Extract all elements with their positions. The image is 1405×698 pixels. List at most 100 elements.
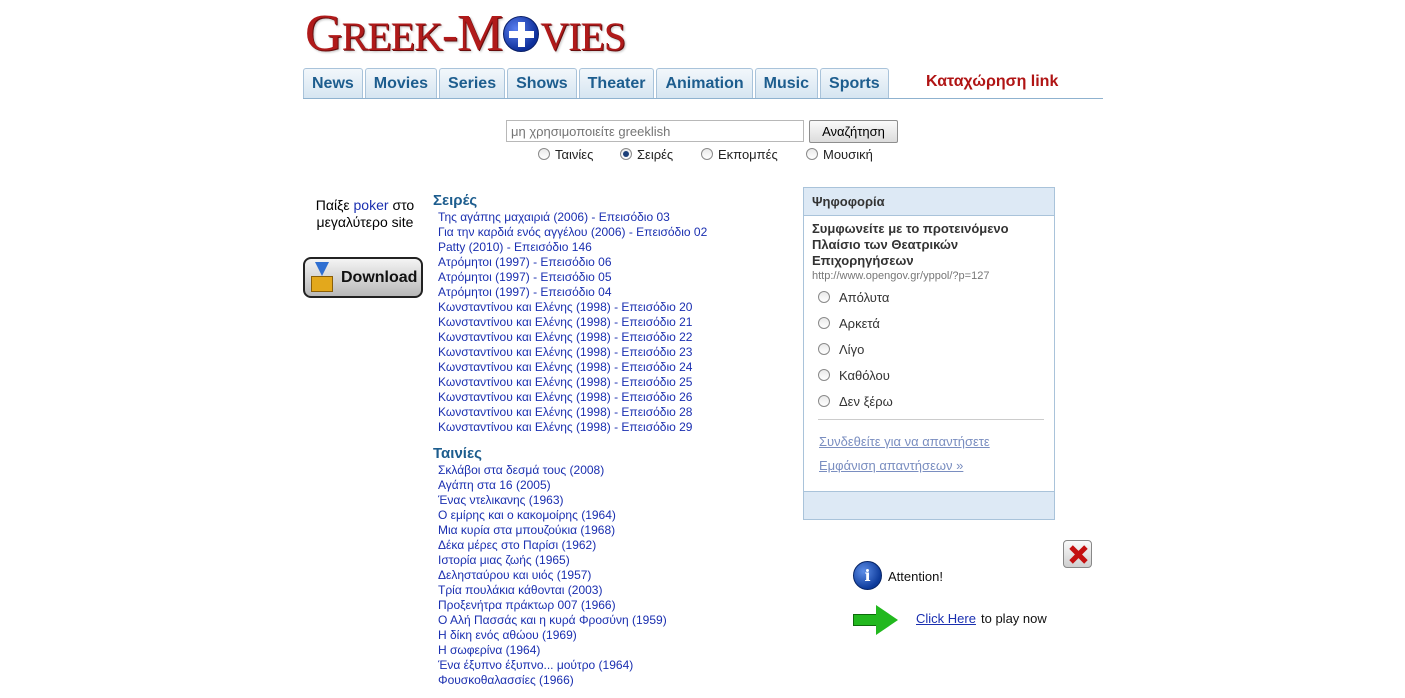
tab-shows[interactable]: Shows (507, 68, 577, 98)
movie-link[interactable]: Η δίκη ενός αθώου (1969) (438, 628, 577, 642)
list-item: Κωνσταντίνου και Ελένης (1998) - Επεισόδ… (438, 345, 707, 360)
radio-icon (818, 369, 830, 381)
movie-link[interactable]: Φουσκοθαλασσίες (1966) (438, 673, 574, 687)
list-item: Κωνσταντίνου και Ελένης (1998) - Επεισόδ… (438, 405, 707, 420)
series-episode-link[interactable]: Κωνσταντίνου και Ελένης (1998) - Επεισόδ… (438, 360, 692, 374)
list-item: Κωνσταντίνου και Ελένης (1998) - Επεισόδ… (438, 390, 707, 405)
poker-ad-text: Παίξε poker στο μεγαλύτερο site (315, 197, 415, 230)
list-item: Κωνσταντίνου και Ελένης (1998) - Επεισόδ… (438, 420, 707, 435)
poll-box: Ψηφοφορία Συμφωνείτε με το προτεινόμενο … (803, 187, 1055, 520)
tab-theater[interactable]: Theater (578, 68, 655, 98)
list-item: Κωνσταντίνου και Ελένης (1998) - Επεισόδ… (438, 300, 707, 315)
nav-divider (303, 98, 1103, 99)
poker-link[interactable]: poker (354, 197, 389, 213)
movie-link[interactable]: Δελησταύρου και υιός (1957) (438, 568, 591, 582)
movie-link[interactable]: Ένα έξυπνο έξυπνο... μούτρο (1964) (438, 658, 633, 672)
movie-link[interactable]: Αγάπη στα 16 (2005) (438, 478, 551, 492)
movie-link[interactable]: Σκλάβοι στα δεσμά τους (2008) (438, 463, 604, 477)
poll-question: Συμφωνείτε με το προτεινόμενο Πλαίσιο τω… (812, 221, 1009, 268)
series-episode-link[interactable]: Ατρόμητοι (1997) - Επεισόδιο 06 (438, 255, 612, 269)
movie-link[interactable]: Ιστορία μιας ζωής (1965) (438, 553, 570, 567)
search-option-series[interactable]: Σειρές (620, 146, 673, 162)
movie-link[interactable]: Προξενήτρα πράκτωρ 007 (1966) (438, 598, 616, 612)
series-episode-link[interactable]: Κωνσταντίνου και Ελένης (1998) - Επεισόδ… (438, 375, 692, 389)
series-episode-link[interactable]: Ατρόμητοι (1997) - Επεισόδιο 04 (438, 285, 612, 299)
poll-option[interactable]: Δεν ξέρω (818, 393, 893, 409)
tab-series[interactable]: Series (439, 68, 506, 98)
movie-link[interactable]: Τρία πουλάκια κάθονται (2003) (438, 583, 602, 597)
list-item: Κωνσταντίνου και Ελένης (1998) - Επεισόδ… (438, 375, 707, 390)
main-nav: News Movies Series Shows Theater Animati… (303, 68, 891, 98)
radio-checked-icon (620, 148, 632, 160)
series-episode-link[interactable]: Κωνσταντίνου και Ελένης (1998) - Επεισόδ… (438, 330, 692, 344)
list-item: Της αγάπης μαχαιριά (2006) - Επεισόδιο 0… (438, 210, 707, 225)
series-episode-link[interactable]: Patty (2010) - Επεισόδιο 146 (438, 240, 592, 254)
series-episode-link[interactable]: Κωνσταντίνου και Ελένης (1998) - Επεισόδ… (438, 345, 692, 359)
poll-option[interactable]: Απόλυτα (818, 289, 889, 305)
site-logo[interactable]: GREEK-M VIES (305, 8, 626, 61)
search-option-shows[interactable]: Εκπομπές (701, 146, 778, 162)
movies-list: Σκλάβοι στα δεσμά τους (2008) Αγάπη στα 1… (438, 463, 667, 688)
radio-icon (818, 317, 830, 329)
attention-text: Attention! (888, 569, 943, 584)
movie-link[interactable]: Η σωφερίνα (1964) (438, 643, 540, 657)
series-episode-link[interactable]: Κωνσταντίνου και Ελένης (1998) - Επεισόδ… (438, 420, 692, 434)
list-item: Ένας ντελικανης (1963) (438, 493, 667, 508)
poll-login-link[interactable]: Συνδεθείτε για να απαντήσετε (819, 434, 990, 449)
movies-section-title: Ταινίες (433, 445, 482, 462)
list-item: Η σωφερίνα (1964) (438, 643, 667, 658)
list-item: Ο εμίρης και ο κακομοίρης (1964) (438, 508, 667, 523)
radio-icon (818, 343, 830, 355)
click-here-link[interactable]: Click Here (916, 611, 976, 626)
tab-music[interactable]: Music (754, 68, 819, 98)
poll-option[interactable]: Καθόλου (818, 367, 890, 383)
poll-divider (818, 419, 1044, 420)
list-item: Μια κυρία στα μπουζούκια (1968) (438, 523, 667, 538)
list-item: Patty (2010) - Επεισόδιο 146 (438, 240, 707, 255)
download-box-icon (309, 261, 335, 294)
movie-link[interactable]: Ο Αλή Πασσάς και η κυρά Φροσύνη (1959) (438, 613, 667, 627)
list-item: Ατρόμητοι (1997) - Επεισόδιο 06 (438, 255, 707, 270)
search-button[interactable]: Αναζήτηση (809, 120, 898, 143)
greek-cross-icon (503, 16, 540, 52)
poll-option[interactable]: Αρκετά (818, 315, 880, 331)
poll-footer (804, 491, 1054, 519)
movie-link[interactable]: Μια κυρία στα μπουζούκια (1968) (438, 523, 615, 537)
series-episode-link[interactable]: Για την καρδιά ενός αγγέλου (2006) - Επε… (438, 225, 707, 239)
list-item: Δέκα μέρες στο Παρίσι (1962) (438, 538, 667, 553)
movie-link[interactable]: Ο εμίρης και ο κακομοίρης (1964) (438, 508, 616, 522)
submit-link[interactable]: Καταχώρηση link (926, 73, 1058, 91)
radio-icon (806, 148, 818, 160)
search-input[interactable] (506, 120, 804, 142)
series-episode-link[interactable]: Κωνσταντίνου και Ελένης (1998) - Επεισόδ… (438, 315, 692, 329)
list-item: Κωνσταντίνου και Ελένης (1998) - Επεισόδ… (438, 360, 707, 375)
series-episode-link[interactable]: Ατρόμητοι (1997) - Επεισόδιο 05 (438, 270, 612, 284)
series-episode-link[interactable]: Κωνσταντίνου και Ελένης (1998) - Επεισόδ… (438, 300, 692, 314)
tab-sports[interactable]: Sports (820, 68, 889, 98)
list-item: Αγάπη στα 16 (2005) (438, 478, 667, 493)
search-option-music[interactable]: Μουσική (806, 146, 873, 162)
series-episode-link[interactable]: Της αγάπης μαχαιριά (2006) - Επεισόδιο 0… (438, 210, 670, 224)
search-option-movies[interactable]: Ταινίες (538, 146, 593, 162)
series-episode-link[interactable]: Κωνσταντίνου και Ελένης (1998) - Επεισόδ… (438, 405, 692, 419)
poll-option[interactable]: Λίγο (818, 341, 864, 357)
tab-news[interactable]: News (303, 68, 363, 98)
download-button[interactable]: Download (303, 257, 423, 298)
poll-source-url: http://www.opengov.gr/yppol/?p=127 (812, 270, 990, 282)
radio-icon (538, 148, 550, 160)
radio-icon (701, 148, 713, 160)
close-icon[interactable] (1063, 540, 1092, 568)
list-item: Σκλάβοι στα δεσμά τους (2008) (438, 463, 667, 478)
list-item: Κωνσταντίνου και Ελένης (1998) - Επεισόδ… (438, 315, 707, 330)
list-item: Ιστορία μιας ζωής (1965) (438, 553, 667, 568)
radio-icon (818, 395, 830, 407)
info-icon: i (853, 561, 882, 590)
movie-link[interactable]: Ένας ντελικανης (1963) (438, 493, 564, 507)
tab-movies[interactable]: Movies (364, 68, 438, 98)
poll-results-link[interactable]: Εμφάνιση απαντήσεων » (819, 458, 963, 473)
list-item: Για την καρδιά ενός αγγέλου (2006) - Επε… (438, 225, 707, 240)
tab-animation[interactable]: Animation (656, 68, 753, 98)
list-item: Δελησταύρου και υιός (1957) (438, 568, 667, 583)
movie-link[interactable]: Δέκα μέρες στο Παρίσι (1962) (438, 538, 596, 552)
series-episode-link[interactable]: Κωνσταντίνου και Ελένης (1998) - Επεισόδ… (438, 390, 692, 404)
